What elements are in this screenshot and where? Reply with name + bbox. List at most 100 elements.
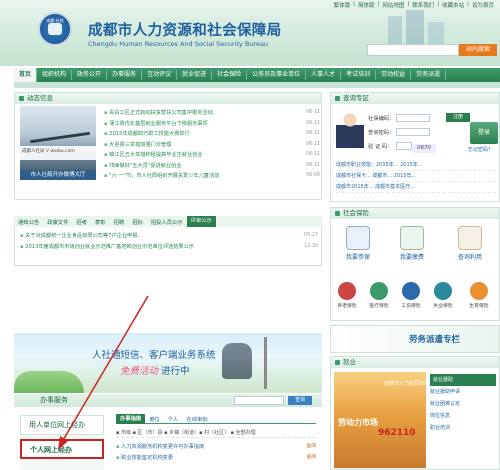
promo-banner[interactable]: 人社通短信、客户端业务系统 免费活动 进行中 xyxy=(14,333,322,393)
tab-policy[interactable]: 政策文件 xyxy=(43,218,72,226)
nav-service[interactable]: 办事服务 xyxy=(107,70,143,80)
tab-recruit[interactable]: 招聘 xyxy=(110,218,129,226)
site-search-button[interactable]: 站内搜索 xyxy=(459,44,497,56)
site-search-input[interactable] xyxy=(367,44,459,56)
list-item[interactable]: 成都市2015年... 成都市基本医疗... xyxy=(336,182,496,193)
field-label: 验 证 码： xyxy=(368,143,393,150)
medical-button[interactable]: 医疗保险 xyxy=(366,282,392,309)
main-nav: 首页 组织机构 政务公开 办事服务 互动评议 就业促进 社会保险 公务员及事业单… xyxy=(14,68,500,82)
market-subtitle: 成都市人力资源市场 xyxy=(384,381,430,387)
list-item[interactable]: 蒲江县优化基层就业服务平台下移服务事项06-11 xyxy=(104,119,320,130)
nav-employment[interactable]: 就业促进 xyxy=(177,70,213,80)
injury-button[interactable]: 工伤保险 xyxy=(398,282,424,309)
list-item[interactable]: 青白江区正式启动扶贫帮扶公司集中服务活动06-11 xyxy=(104,108,320,119)
service-search-button[interactable]: 查询 xyxy=(288,396,312,405)
employment-link[interactable]: 就业援助 xyxy=(430,374,496,386)
nav-exam[interactable]: 考试培训 xyxy=(341,70,377,80)
nav-labor[interactable]: 劳动权益 xyxy=(376,70,412,80)
tab-award[interactable]: 表彰 xyxy=(91,218,110,226)
user-avatar-icon xyxy=(336,108,364,148)
tab-unit[interactable]: 单位 xyxy=(145,415,164,423)
tab-staff[interactable]: 招投人员公示 xyxy=(147,218,187,226)
nav-insurance[interactable]: 社会保险 xyxy=(212,70,248,80)
top-links: 繁体版 | 简体版 | 网站地图 | 联系我们 | 收藏本站 | 设为首页 xyxy=(333,1,494,9)
employment-link[interactable]: 就业困难认定 xyxy=(430,398,496,410)
sub-nav xyxy=(14,82,500,88)
employment-link[interactable]: 岗位信息 xyxy=(430,410,496,422)
nav-civil[interactable]: 公务员及事业单位 xyxy=(247,70,307,80)
banner-grass xyxy=(14,371,84,393)
site-subtitle: Chengdu Human Resources And Social Secur… xyxy=(88,40,269,48)
service-search-input[interactable] xyxy=(234,396,284,405)
register-button[interactable]: 注册 xyxy=(446,113,470,122)
list-item[interactable]: 关于对成都统一企业食品有限公司等7户企业申报..05-27 xyxy=(20,231,318,242)
link-favorite[interactable]: 收藏本站 xyxy=(442,1,464,9)
list-item[interactable]: 2013年度成都市市级创业就业示范推广基地和创业示范单位评选结果公示12-30 xyxy=(20,242,318,253)
tab-review[interactable]: 评审公示 xyxy=(186,216,216,227)
list-item[interactable]: 锦江区五大举措积极提高毕业生就业创业06-11 xyxy=(104,150,320,161)
pension-button[interactable]: 养老保险 xyxy=(334,282,360,309)
ss-code-input[interactable] xyxy=(396,113,430,122)
banner-line2: 免费活动 进行中 xyxy=(120,366,190,377)
tab-bid[interactable]: 招标 xyxy=(128,218,147,226)
news-list: 青白江区正式启动扶贫帮扶公司集中服务活动06-11 蒲江县优化基层就业服务平台下… xyxy=(104,108,320,182)
pay-button[interactable]: 我要缴费 xyxy=(392,226,432,261)
banner-figure xyxy=(222,343,252,379)
tab-guide[interactable]: 办事指南 xyxy=(116,413,146,424)
tab-approval[interactable]: 在线审批 xyxy=(182,415,211,423)
nav-interact[interactable]: 互动评议 xyxy=(142,70,178,80)
service-left-menu: 用人单位网上经办 个人网上经办 xyxy=(20,415,104,470)
tab-exam[interactable]: 招考 xyxy=(72,218,91,226)
login-button[interactable]: 登录 xyxy=(470,122,498,144)
list-item[interactable]: "六·一"节，市人社局组织开展关爱少年儿童活动06-09 xyxy=(104,171,320,182)
link-contact[interactable]: 联系我们 xyxy=(412,1,434,9)
link-sitemap[interactable]: 网站地图 xyxy=(382,1,404,9)
field-label: 社保编码： xyxy=(368,115,395,122)
employment-links: 就业援助 就业援助申请 就业困难认定 岗位信息 职业培训 xyxy=(430,374,496,434)
service-filter[interactable]: ▪ 市级 ▪ 区（市）县 ▪ 乡镇（街道）▪ 村（社区） ▪ 全部办理 xyxy=(116,428,316,438)
query-links: 成都市职业技能：2015年... 2015年... 成都市社保卡... 成都市.… xyxy=(336,160,496,193)
nav-dispatch[interactable]: 劳务派遣 xyxy=(411,70,447,80)
tab-notice[interactable]: 通知公告 xyxy=(14,218,43,226)
tab-person[interactable]: 个人 xyxy=(164,415,183,423)
employment-link[interactable]: 职业培训 xyxy=(430,422,496,434)
news-photo[interactable] xyxy=(20,106,96,170)
password-input[interactable] xyxy=(396,127,430,136)
medical-icon xyxy=(370,282,388,300)
link-simplified[interactable]: 简体版 xyxy=(358,1,375,9)
employer-online-button[interactable]: 用人单位网上经办 xyxy=(20,415,104,435)
list-item[interactable]: 2015年成都四万职工技能大赛举行06-11 xyxy=(104,129,320,140)
nav-org[interactable]: 组织机构 xyxy=(37,70,73,80)
news-heading: 动态信息 xyxy=(15,93,321,104)
list-item[interactable]: 人力资源服务机构变更许可办事指南查阅 xyxy=(116,442,316,453)
link-traditional[interactable]: 繁体版 xyxy=(334,1,351,9)
query-button[interactable]: 查询利用 xyxy=(450,226,490,261)
forgot-password-link[interactable]: 忘记密码？ xyxy=(468,146,493,153)
list-item[interactable]: 成都市社保卡... 成都市... 2015年... xyxy=(336,171,496,182)
personal-online-button[interactable]: 个人网上经办 xyxy=(20,439,104,459)
market-title: 劳动力市场 xyxy=(338,418,378,427)
nav-gov[interactable]: 政务公开 xyxy=(72,70,108,80)
person-icon xyxy=(346,226,370,250)
link-homepage[interactable]: 设为首页 xyxy=(472,1,494,9)
maternity-button[interactable]: 生育保险 xyxy=(466,282,492,309)
employment-link[interactable]: 就业援助申请 xyxy=(430,386,496,398)
nav-home[interactable]: 首页 xyxy=(14,68,38,82)
maternity-icon xyxy=(470,282,488,300)
list-item[interactable]: 邛崃做好"五大员"促进就业创业06-11 xyxy=(104,161,320,172)
labor-market-image[interactable]: 成都市人力资源市场 劳动力市场 962110 xyxy=(334,372,430,468)
captcha-input[interactable] xyxy=(396,141,412,150)
list-item[interactable]: 大邑县三举措加强门诊管理06-11 xyxy=(104,140,320,151)
nav-talent[interactable]: 人事人才 xyxy=(306,70,342,80)
unemployment-button[interactable]: 失业保险 xyxy=(430,282,456,309)
captcha-image[interactable]: 0670 xyxy=(412,144,436,153)
service-tabs: 办事指南 单位 个人 在线审批 xyxy=(116,413,316,424)
list-item[interactable]: 职业技能鉴定机构变更查阅 xyxy=(116,453,316,464)
service-list: 人力资源服务机构变更许可办事指南查阅 职业技能鉴定机构变更查阅 xyxy=(116,442,316,463)
employment-heading: 就业 xyxy=(331,357,499,368)
labor-dispatch-banner[interactable]: 劳务派遣专栏 xyxy=(330,325,500,353)
pension-icon xyxy=(338,282,356,300)
photo-caption[interactable]: 市人社局开办微博大厅 xyxy=(20,170,96,180)
list-item[interactable]: 成都市职业技能：2015年... 2015年... xyxy=(336,160,496,171)
enroll-button[interactable]: 我要参保 xyxy=(338,226,378,261)
